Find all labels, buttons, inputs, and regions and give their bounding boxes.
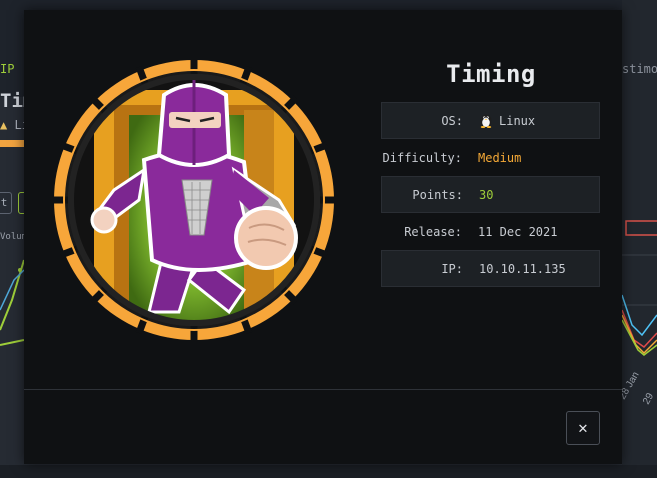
info-label-os: OS:: [441, 113, 463, 128]
background-linux-icon: ▲: [0, 118, 8, 132]
difficulty-value: Medium: [478, 150, 522, 165]
info-label-difficulty: Difficulty:: [382, 150, 462, 165]
close-button[interactable]: ✕: [566, 411, 600, 445]
info-row-ip: IP: 10.10.11.135: [381, 250, 600, 287]
close-icon: ✕: [578, 418, 588, 437]
info-row-difficulty: Difficulty: Medium: [381, 139, 600, 176]
info-row-release: Release: 11 Dec 2021: [381, 213, 600, 250]
machine-info-modal: Timing OS: Linux Difficulty: Medium Poin…: [24, 10, 622, 464]
background-ip-label: IP: [0, 62, 15, 76]
background-progress-bar: [0, 140, 24, 147]
info-row-os: OS: Linux: [381, 102, 600, 139]
avatar-ninja-back-fist: [90, 206, 118, 234]
background-testimonials-label: stimon: [622, 62, 657, 76]
ip-value: 10.10.11.135: [479, 261, 566, 276]
background-chart-line-orange: [622, 314, 657, 355]
background-button[interactable]: t: [0, 192, 12, 214]
background-chart-line-3: [0, 339, 24, 346]
background-footer: [0, 465, 657, 478]
background-chart-legend-box: [625, 220, 657, 236]
machine-info-table: OS: Linux Difficulty: Medium Points: 30: [381, 102, 600, 287]
background-chart-line-2: [0, 269, 24, 311]
machine-title: Timing: [446, 60, 536, 88]
avatar-ninja-eyeband: [169, 112, 221, 128]
linux-tux-icon: [480, 114, 492, 128]
background-left-chart: [0, 259, 24, 346]
machine-avatar: [50, 56, 338, 344]
info-value-os: Linux: [479, 113, 599, 128]
background-chart-point: [18, 268, 22, 272]
os-value: Linux: [499, 113, 536, 128]
background-date-label-1: 28 Jan: [622, 370, 642, 402]
info-row-points: Points: 30: [381, 176, 600, 213]
avatar-ninja-fist: [234, 206, 298, 270]
modal-footer-divider: [24, 389, 622, 390]
background-date-label-2: 29: [641, 391, 656, 407]
info-label-ip: IP:: [441, 261, 463, 276]
release-value: 11 Dec 2021: [478, 224, 558, 239]
info-label-points: Points:: [412, 187, 463, 202]
points-value: 30: [479, 187, 494, 202]
background-right-chart: 28 Jan 29: [622, 220, 657, 407]
info-label-release: Release:: [404, 224, 462, 239]
